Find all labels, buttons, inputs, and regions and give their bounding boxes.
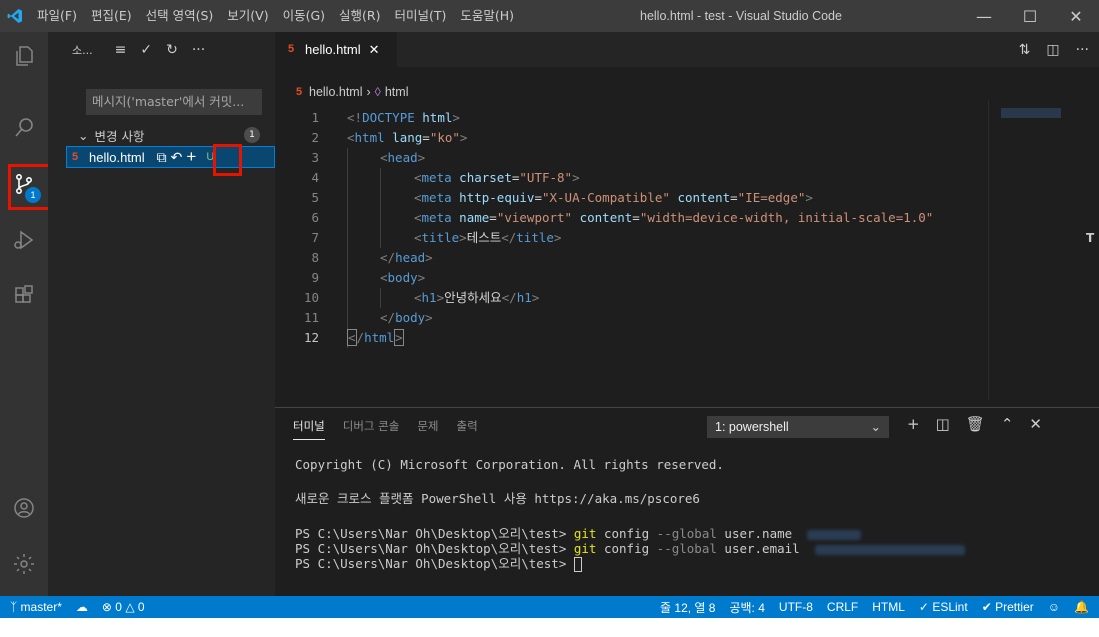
indentation[interactable]: 공백: 4 [729, 599, 764, 616]
breadcrumb-symbol[interactable]: html [385, 85, 409, 99]
symbol-icon: ◊ [374, 85, 381, 99]
warning-icon: △ [125, 600, 135, 614]
check-icon: ✓ [918, 600, 929, 614]
encoding[interactable]: UTF-8 [779, 600, 813, 614]
search-icon[interactable] [0, 104, 48, 152]
source-control-sidebar: 소... ≡ ✓ ↻ ··· 메시지('master'에서 커밋... ⌄ 변경… [48, 32, 275, 596]
chevron-right-icon: › [366, 85, 371, 99]
problems-status[interactable]: ⊗ 0 △ 0 [102, 600, 145, 614]
panel-tabs: 터미널 디버그 콘솔 문제 출력 [293, 418, 478, 440]
notifications-icon[interactable]: 🔔 [1074, 600, 1089, 614]
account-icon[interactable] [0, 484, 48, 532]
extensions-icon[interactable] [0, 272, 48, 320]
tab-problems[interactable]: 문제 [417, 418, 438, 440]
window-title: hello.html - test - Visual Studio Code [640, 9, 842, 23]
settings-gear-icon[interactable] [0, 540, 48, 588]
sidebar-title: 소... [72, 43, 93, 57]
branch-icon: ᛉ [10, 600, 18, 614]
menu-selection[interactable]: 선택 영역(S) [139, 0, 221, 32]
menu-help[interactable]: 도움말(H) [453, 0, 521, 32]
close-icon[interactable]: ✕ [1053, 0, 1099, 32]
html-file-icon: 5 [295, 85, 303, 98]
terminal-pscore: 새로운 크로스 플랫폼 PowerShell 사용 https://aka.ms… [295, 491, 700, 506]
stage-changes-icon[interactable]: + [186, 147, 196, 167]
discard-changes-icon[interactable]: ↶ [171, 149, 183, 166]
terminal-line: PS C:\Users\Nar Oh\Desktop\오리\test> git … [295, 526, 862, 541]
more-actions-icon[interactable]: ··· [192, 42, 205, 58]
feedback-icon[interactable]: ☺ [1048, 600, 1060, 614]
error-icon: ⊗ [101, 600, 112, 614]
terminal-select[interactable]: 1: powershell ⌄ [707, 416, 889, 438]
changes-group[interactable]: ⌄ 변경 사항 1 [78, 124, 268, 146]
eslint-status[interactable]: ✓ ESLint [919, 600, 968, 614]
double-check-icon: ✔ [981, 600, 992, 614]
code-editor[interactable]: 1 <!DOCTYPE html> 2 <html lang="ko"> 3 <hea… [275, 108, 987, 398]
html-file-icon: 5 [71, 150, 79, 163]
prettier-status[interactable]: ✔ Prettier [982, 600, 1034, 614]
editor-scrollbar[interactable]: T [1085, 100, 1099, 400]
split-terminal-icon[interactable]: ◫ [936, 415, 950, 433]
open-file-icon[interactable]: ⧉ [157, 149, 167, 166]
editor-tabs: 5 hello.html ✕ ⇅ ◫ ··· [275, 32, 1099, 67]
status-bar: ᛉ master* ☁ ⊗ 0 △ 0 줄 12, 열 8 공백: 4 UTF-… [0, 596, 1099, 618]
vscode-logo-icon [0, 0, 30, 32]
commit-message-input[interactable]: 메시지('master'에서 커밋... [86, 89, 262, 115]
language-mode[interactable]: HTML [872, 600, 905, 614]
minimize-icon[interactable]: — [961, 0, 1007, 32]
new-terminal-icon[interactable]: + [907, 415, 920, 433]
open-changes-icon[interactable]: ⇅ [1019, 42, 1031, 58]
menu-view[interactable]: 보기(V) [220, 0, 275, 32]
changed-file-name: hello.html [89, 149, 145, 165]
tab-debug-console[interactable]: 디버그 콘솔 [343, 418, 400, 440]
breadcrumb: 5 hello.html › ◊ html [293, 85, 409, 99]
breadcrumb-file[interactable]: hello.html [309, 85, 363, 99]
highlight-box-stage [213, 144, 242, 176]
more-actions-icon[interactable]: ··· [1076, 42, 1089, 58]
branch-status[interactable]: ᛉ master* [10, 600, 62, 614]
title-bar: 파일(F) 편집(E) 선택 영역(S) 보기(V) 이동(G) 실행(R) 터… [0, 0, 1099, 32]
tab-hello-html[interactable]: 5 hello.html ✕ [275, 32, 397, 67]
menu-run[interactable]: 실행(R) [332, 0, 387, 32]
minimap[interactable] [988, 100, 1085, 400]
close-tab-icon[interactable]: ✕ [369, 42, 380, 58]
page-background [0, 618, 1099, 637]
tab-terminal[interactable]: 터미널 [293, 418, 325, 440]
view-as-tree-icon[interactable]: ≡ [115, 42, 127, 58]
menu-go[interactable]: 이동(G) [276, 0, 332, 32]
terminal-copyright: Copyright (C) Microsoft Corporation. All… [295, 457, 724, 472]
run-debug-icon[interactable] [0, 216, 48, 264]
menu-edit[interactable]: 편집(E) [84, 0, 139, 32]
sync-icon[interactable]: ☁ [76, 600, 88, 614]
menu-terminal[interactable]: 터미널(T) [388, 0, 454, 32]
chevron-down-icon: ⌄ [870, 420, 881, 434]
terminal-prompt[interactable]: PS C:\Users\Nar Oh\Desktop\오리\test> [295, 556, 582, 572]
tab-label: hello.html [305, 42, 361, 57]
activity-bar: 1 [0, 32, 68, 596]
changes-label: 변경 사항 [94, 128, 145, 144]
terminal-line: PS C:\Users\Nar Oh\Desktop\오리\test> git … [295, 541, 965, 556]
changes-count: 1 [244, 127, 260, 143]
commit-check-icon[interactable]: ✓ [140, 42, 152, 58]
maximize-panel-icon[interactable]: ⌃ [1001, 415, 1014, 433]
changed-file-row[interactable]: 5 hello.html ⧉ ↶ + U [66, 146, 275, 168]
menu-file[interactable]: 파일(F) [30, 0, 84, 32]
terminal-select-value: 1: powershell [715, 420, 789, 434]
kill-terminal-icon[interactable]: 🗑 [966, 415, 985, 433]
split-editor-icon[interactable]: ◫ [1046, 42, 1059, 58]
end-of-line[interactable]: CRLF [827, 600, 858, 614]
terminal-panel: 터미널 디버그 콘솔 문제 출력 1: powershell ⌄ + ◫ 🗑 ⌃… [275, 407, 1099, 596]
chevron-down-icon: ⌄ [78, 127, 89, 143]
sidebar-header: 소... ≡ ✓ ↻ ··· [48, 32, 275, 67]
cursor-position[interactable]: 줄 12, 열 8 [660, 599, 715, 616]
menu-bar: 파일(F) 편집(E) 선택 영역(S) 보기(V) 이동(G) 실행(R) 터… [30, 0, 521, 32]
explorer-icon[interactable] [0, 32, 48, 80]
tab-output[interactable]: 출력 [456, 418, 477, 440]
html-file-icon: 5 [287, 43, 295, 55]
maximize-icon[interactable]: ☐ [1007, 0, 1053, 32]
close-panel-icon[interactable]: ✕ [1029, 415, 1042, 433]
terminal-cursor [573, 557, 582, 572]
refresh-icon[interactable]: ↻ [166, 42, 178, 58]
